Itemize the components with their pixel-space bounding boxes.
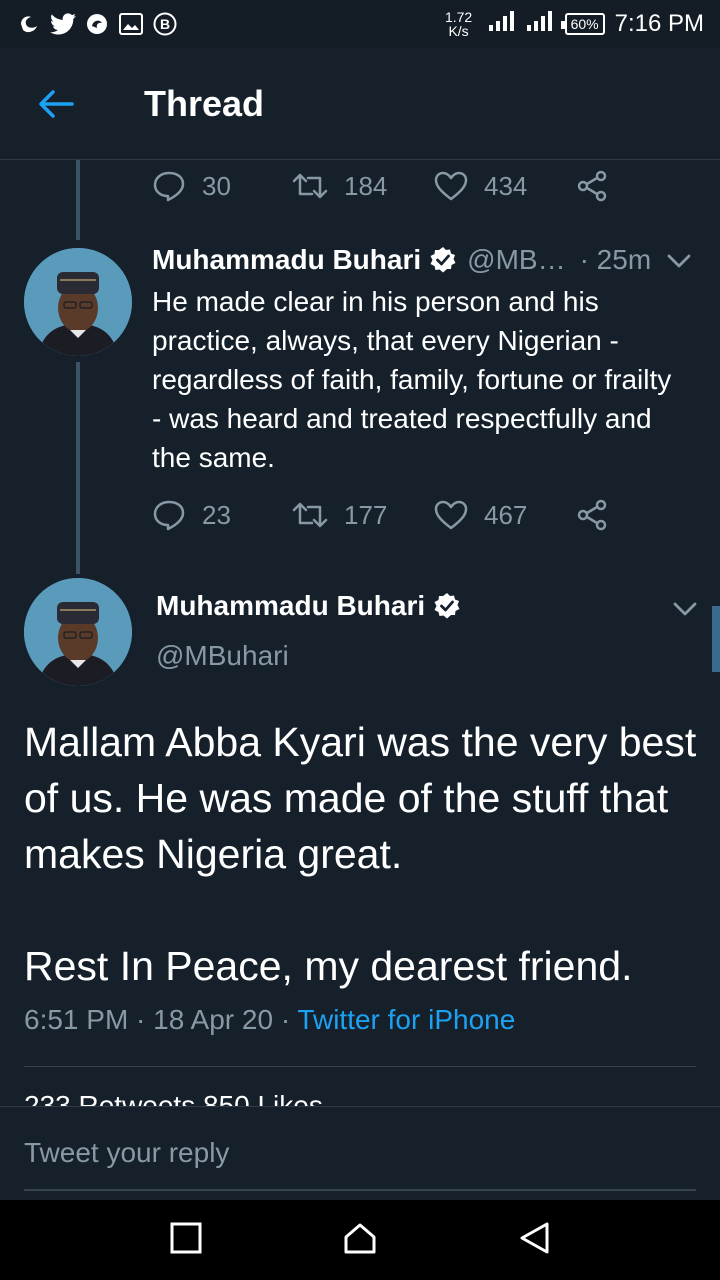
author-handle: @MBuhari bbox=[156, 640, 289, 671]
tweet-timestamp: 6:51 PM · 18 Apr 20 · bbox=[24, 1004, 298, 1035]
share-icon bbox=[577, 499, 607, 531]
retweet-button[interactable]: 177 bbox=[292, 500, 434, 531]
reply-button[interactable]: 30 bbox=[152, 170, 292, 202]
svg-text:B: B bbox=[160, 16, 170, 32]
reply-input-underline bbox=[24, 1189, 696, 1191]
tweet-text: He made clear in his person and his prac… bbox=[152, 286, 672, 473]
like-button[interactable]: 434 bbox=[434, 171, 576, 202]
reply-bar: Tweet your reply bbox=[0, 1106, 720, 1200]
reply-icon bbox=[153, 500, 185, 531]
retweet-icon bbox=[292, 502, 328, 528]
tweet-age: · 25m bbox=[579, 244, 652, 275]
recents-button[interactable] bbox=[170, 1222, 202, 1259]
divider bbox=[24, 1066, 696, 1067]
page-title: Thread bbox=[144, 82, 265, 124]
status-bar: B 1.72 K/s 60% 7:16 PM bbox=[0, 0, 720, 48]
twitter-icon bbox=[50, 11, 76, 37]
tweet-menu-button[interactable] bbox=[666, 252, 692, 275]
app-swirl-icon bbox=[84, 11, 110, 37]
image-icon bbox=[118, 11, 144, 37]
reply-input[interactable]: Tweet your reply bbox=[24, 1137, 229, 1169]
square-icon bbox=[170, 1222, 202, 1253]
scrollbar-thumb[interactable] bbox=[712, 606, 720, 672]
like-button[interactable]: 467 bbox=[434, 500, 576, 531]
clock: 7:16 PM bbox=[614, 10, 704, 37]
system-nav-bar bbox=[0, 1200, 720, 1280]
heart-icon bbox=[434, 500, 468, 530]
retweet-icon bbox=[292, 173, 328, 199]
author-name[interactable]: Muhammadu Buhari bbox=[152, 244, 421, 276]
share-button[interactable] bbox=[576, 170, 624, 202]
share-icon bbox=[577, 170, 607, 202]
share-button[interactable] bbox=[576, 499, 624, 531]
signal-icon-2 bbox=[526, 10, 555, 38]
tweet-source-link[interactable]: Twitter for iPhone bbox=[297, 1004, 515, 1035]
reply-tweet-header: Muhammadu Buhari @MB… · 25m bbox=[152, 244, 651, 276]
back-nav-button[interactable] bbox=[518, 1221, 550, 1260]
tweet-stats[interactable]: 233 Retweets 850 Likes bbox=[24, 1090, 323, 1106]
signal-icon bbox=[488, 10, 517, 38]
avatar[interactable] bbox=[24, 578, 132, 686]
b-circle-icon: B bbox=[152, 11, 178, 37]
home-button[interactable] bbox=[343, 1222, 377, 1259]
notification-icons: B bbox=[16, 11, 178, 37]
reply-tweet-actions: 23 177 467 bbox=[152, 495, 624, 535]
main-tweet-header: Muhammadu Buhari bbox=[156, 590, 461, 622]
author-handle: @MB… bbox=[467, 244, 566, 275]
avatar[interactable] bbox=[24, 248, 132, 356]
chevron-down-icon bbox=[667, 254, 691, 268]
main-tweet-text: Mallam Abba Kyari was the very best of u… bbox=[24, 719, 697, 989]
triangle-back-icon bbox=[520, 1222, 549, 1253]
app-notification-icon bbox=[16, 11, 42, 37]
chevron-down-icon bbox=[673, 602, 697, 616]
tweet-metadata: 6:51 PM · 18 Apr 20 · Twitter for iPhone bbox=[24, 1004, 515, 1036]
prev-tweet-actions: 30 184 434 bbox=[152, 166, 624, 206]
verified-badge-icon bbox=[429, 246, 457, 274]
verified-badge-icon bbox=[433, 592, 461, 620]
retweet-button[interactable]: 184 bbox=[292, 171, 434, 202]
reply-button[interactable]: 23 bbox=[152, 499, 292, 531]
reply-icon bbox=[153, 171, 185, 202]
arrow-left-icon bbox=[39, 89, 74, 118]
author-name[interactable]: Muhammadu Buhari bbox=[156, 590, 425, 622]
heart-icon bbox=[434, 171, 468, 201]
network-speed: 1.72 K/s bbox=[444, 9, 473, 39]
app-header: Thread bbox=[0, 48, 720, 160]
thread-connector bbox=[76, 362, 80, 574]
tweet-menu-button[interactable] bbox=[672, 600, 698, 623]
back-button[interactable] bbox=[26, 74, 86, 134]
home-icon bbox=[344, 1223, 376, 1253]
main-tweet-handle-row: @MBuhari bbox=[156, 640, 289, 672]
thread-connector bbox=[76, 160, 80, 240]
battery-indicator: 60% bbox=[560, 13, 605, 35]
